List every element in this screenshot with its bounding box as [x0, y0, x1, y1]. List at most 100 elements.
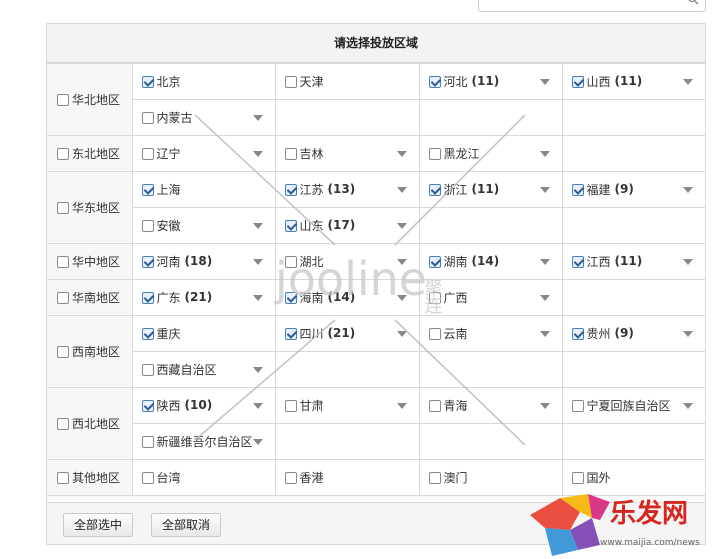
province-checkbox[interactable] — [428, 291, 441, 304]
city-count: (11) — [471, 182, 500, 196]
province-checkbox[interactable] — [571, 255, 584, 268]
province-checkbox[interactable] — [141, 147, 154, 160]
province-label: 新疆维吾尔自治区 — [156, 435, 253, 449]
province-checkbox[interactable] — [141, 399, 154, 412]
region-cell[interactable]: 华东地区 — [47, 171, 133, 244]
chevron-down-icon[interactable] — [252, 223, 263, 229]
region-cell[interactable]: 其他地区 — [47, 459, 133, 496]
province-checkbox[interactable] — [284, 327, 297, 340]
province-cell: 云南 — [418, 315, 563, 352]
chevron-down-icon[interactable] — [539, 331, 550, 337]
province-checkbox[interactable] — [141, 327, 154, 340]
province-checkbox[interactable] — [428, 399, 441, 412]
province-checkbox[interactable] — [428, 147, 441, 160]
chevron-down-icon[interactable] — [252, 115, 263, 121]
chevron-down-icon[interactable] — [683, 79, 693, 85]
province-checkbox[interactable] — [284, 75, 297, 88]
search-input[interactable] — [478, 0, 706, 12]
province-checkbox[interactable] — [141, 255, 154, 268]
province-label: 西藏自治区 — [156, 363, 217, 377]
chevron-down-icon[interactable] — [539, 403, 550, 409]
chevron-down-icon[interactable] — [252, 151, 263, 157]
province-cell: 湖北 — [274, 243, 420, 280]
province-checkbox[interactable] — [428, 471, 441, 484]
region-cell[interactable]: 西北地区 — [47, 387, 133, 460]
region-selector-panel: 请选择投放区域 华北地区 北京 天津 河北 (11) 山西 (11) 内蒙古 东北地区 辽宁 吉林黑… — [46, 23, 706, 545]
province-checkbox[interactable] — [428, 327, 441, 340]
region-checkbox[interactable] — [57, 201, 69, 214]
province-checkbox[interactable] — [284, 471, 297, 484]
region-cell[interactable]: 东北地区 — [47, 135, 133, 172]
chevron-down-icon[interactable] — [396, 403, 407, 409]
chevron-down-icon[interactable] — [396, 331, 407, 337]
province-cell: 北京 — [131, 63, 276, 100]
chevron-down-icon[interactable] — [396, 187, 407, 193]
province-checkbox[interactable] — [284, 183, 297, 196]
chevron-down-icon[interactable] — [539, 151, 550, 157]
province-checkbox[interactable] — [141, 75, 154, 88]
province-label: 湖北 — [299, 255, 324, 269]
chevron-down-icon[interactable] — [252, 439, 263, 445]
region-checkbox[interactable] — [57, 471, 69, 484]
province-label: 贵州 — [586, 327, 611, 341]
region-checkbox[interactable] — [57, 147, 69, 160]
province-checkbox[interactable] — [141, 183, 154, 196]
select-all-button[interactable]: 全部选中 — [63, 513, 134, 537]
province-checkbox[interactable] — [284, 255, 297, 268]
chevron-down-icon[interactable] — [396, 259, 407, 265]
city-count: (14) — [327, 290, 356, 304]
region-checkbox[interactable] — [57, 417, 69, 430]
province-checkbox[interactable] — [141, 435, 154, 448]
chevron-down-icon[interactable] — [683, 187, 693, 193]
province-checkbox[interactable] — [141, 111, 154, 124]
province-checkbox[interactable] — [141, 471, 154, 484]
chevron-down-icon[interactable] — [396, 223, 407, 229]
province-cell — [561, 207, 705, 244]
region-label: 华南地区 — [72, 291, 121, 305]
province-cell: 青海 — [418, 387, 563, 424]
chevron-down-icon[interactable] — [252, 295, 263, 301]
province-checkbox[interactable] — [141, 363, 154, 376]
province-checkbox[interactable] — [571, 183, 584, 196]
region-checkbox[interactable] — [57, 93, 69, 106]
chevron-down-icon[interactable] — [539, 295, 550, 301]
chevron-down-icon[interactable] — [396, 151, 407, 157]
chevron-down-icon[interactable] — [396, 295, 407, 301]
chevron-down-icon[interactable] — [683, 259, 693, 265]
province-cell: 山西 (11) — [561, 63, 705, 100]
region-row: 安徽 山东 (17) — [47, 207, 705, 244]
region-checkbox[interactable] — [57, 345, 69, 358]
region-cell[interactable]: 西南地区 — [47, 315, 133, 388]
province-checkbox[interactable] — [571, 399, 584, 412]
deselect-all-button[interactable]: 全部取消 — [151, 513, 222, 537]
chevron-down-icon[interactable] — [539, 259, 550, 265]
province-checkbox[interactable] — [141, 291, 154, 304]
region-cell[interactable]: 华中地区 — [47, 243, 133, 280]
chevron-down-icon[interactable] — [539, 79, 550, 85]
province-checkbox[interactable] — [284, 399, 297, 412]
region-row: 华中地区 河南 (18) 湖北 湖南 (14) 江西 (11) — [47, 243, 705, 280]
chevron-down-icon[interactable] — [252, 367, 263, 373]
chevron-down-icon[interactable] — [252, 259, 263, 265]
province-cell: 新疆维吾尔自治区 — [132, 423, 276, 460]
search-icon[interactable] — [687, 0, 699, 7]
province-checkbox[interactable] — [428, 255, 441, 268]
region-checkbox[interactable] — [57, 255, 69, 268]
province-checkbox[interactable] — [284, 219, 297, 232]
chevron-down-icon[interactable] — [252, 403, 263, 409]
province-checkbox[interactable] — [141, 219, 154, 232]
province-checkbox[interactable] — [571, 471, 584, 484]
province-checkbox[interactable] — [284, 291, 297, 304]
region-cell[interactable]: 华北地区 — [47, 63, 133, 136]
province-checkbox[interactable] — [428, 75, 441, 88]
province-checkbox[interactable] — [284, 147, 297, 160]
city-count: (11) — [614, 254, 643, 268]
chevron-down-icon[interactable] — [683, 403, 693, 409]
region-checkbox[interactable] — [57, 291, 69, 304]
province-checkbox[interactable] — [428, 183, 441, 196]
region-cell[interactable]: 华南地区 — [47, 279, 133, 316]
chevron-down-icon[interactable] — [683, 331, 693, 337]
province-checkbox[interactable] — [571, 327, 584, 340]
province-checkbox[interactable] — [571, 75, 584, 88]
chevron-down-icon[interactable] — [539, 187, 550, 193]
